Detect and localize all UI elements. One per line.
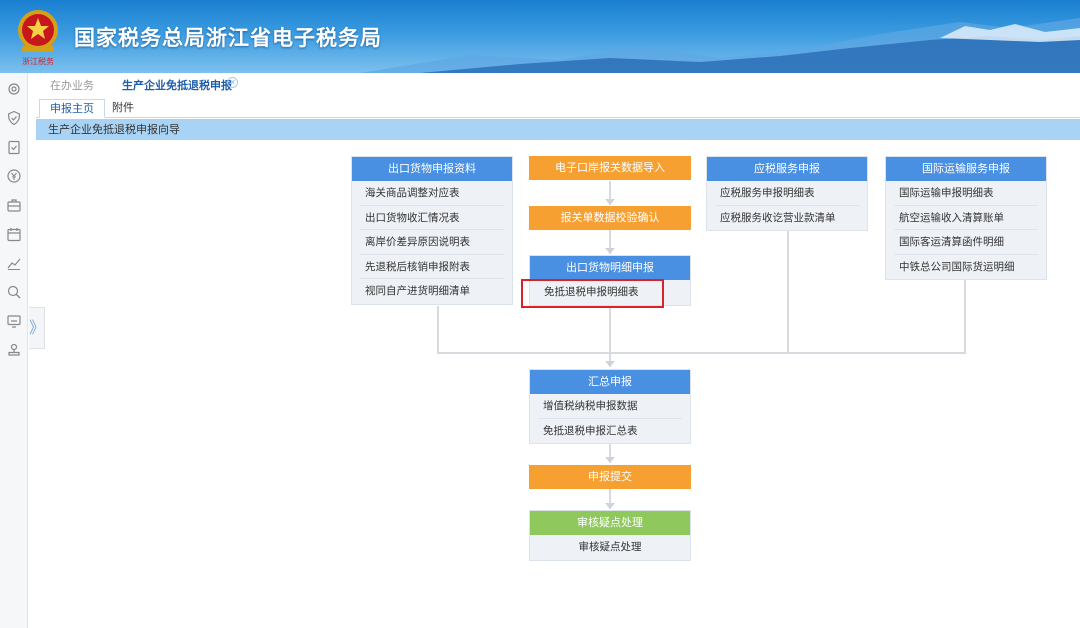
port-data-import-button[interactable]: 电子口岸报关数据导入	[529, 156, 691, 180]
list-item[interactable]: 增值税纳税申报数据	[538, 394, 682, 419]
arrow-down-icon	[605, 199, 615, 205]
review-box: 审核疑点处理 审核疑点处理	[529, 510, 691, 561]
list-item[interactable]: 审核疑点处理	[538, 535, 682, 560]
arrow-down-icon	[605, 361, 615, 367]
list-item[interactable]: 离岸价差异原因说明表	[360, 230, 504, 255]
list-item[interactable]: 视同自产进货明细清单	[360, 279, 504, 304]
intl-transport-title[interactable]: 国际运输服务申报	[886, 157, 1046, 181]
summary-title[interactable]: 汇总申报	[530, 370, 690, 394]
export-goods-box: 出口货物申报资料 海关商品调整对应表 出口货物收汇情况表 离岸价差异原因说明表 …	[351, 156, 513, 305]
list-item[interactable]: 出口货物收汇情况表	[360, 206, 504, 230]
connector	[437, 306, 439, 353]
connector	[787, 231, 789, 353]
export-detail-title[interactable]: 出口货物明细申报	[530, 256, 690, 280]
list-item[interactable]: 国际客运清算函件明细	[894, 230, 1038, 255]
arrow-down-icon	[605, 457, 615, 463]
arrow-down-icon	[605, 248, 615, 254]
intl-transport-box: 国际运输服务申报 国际运输申报明细表 航空运输收入清算账单 国际客运清算函件明细…	[885, 156, 1047, 280]
connector	[964, 280, 966, 353]
list-item[interactable]: 航空运输收入清算账单	[894, 206, 1038, 230]
list-item[interactable]: 应税服务申报明细表	[715, 181, 859, 206]
connector	[437, 352, 966, 354]
summary-box: 汇总申报 增值税纳税申报数据 免抵退税申报汇总表	[529, 369, 691, 444]
customs-data-check-button[interactable]: 报关单数据校验确认	[529, 206, 691, 230]
list-item[interactable]: 中铁总公司国际货运明细	[894, 255, 1038, 280]
highlight-frame	[521, 279, 664, 308]
connector	[609, 304, 611, 367]
submit-declaration-button[interactable]: 申报提交	[529, 465, 691, 489]
taxable-service-title[interactable]: 应税服务申报	[707, 157, 867, 181]
list-item[interactable]: 海关商品调整对应表	[360, 181, 504, 206]
list-item[interactable]: 国际运输申报明细表	[894, 181, 1038, 206]
list-item[interactable]: 免抵退税申报汇总表	[538, 419, 682, 444]
arrow-down-icon	[605, 503, 615, 509]
list-item[interactable]: 先退税后核销申报附表	[360, 255, 504, 279]
review-title[interactable]: 审核疑点处理	[530, 511, 690, 535]
export-goods-title[interactable]: 出口货物申报资料	[352, 157, 512, 181]
taxable-service-box: 应税服务申报 应税服务申报明细表 应税服务收讫营业款清单	[706, 156, 868, 231]
list-item[interactable]: 应税服务收讫营业款清单	[715, 206, 859, 231]
declaration-flow: 出口货物申报资料 海关商品调整对应表 出口货物收汇情况表 离岸价差异原因说明表 …	[0, 0, 1080, 628]
